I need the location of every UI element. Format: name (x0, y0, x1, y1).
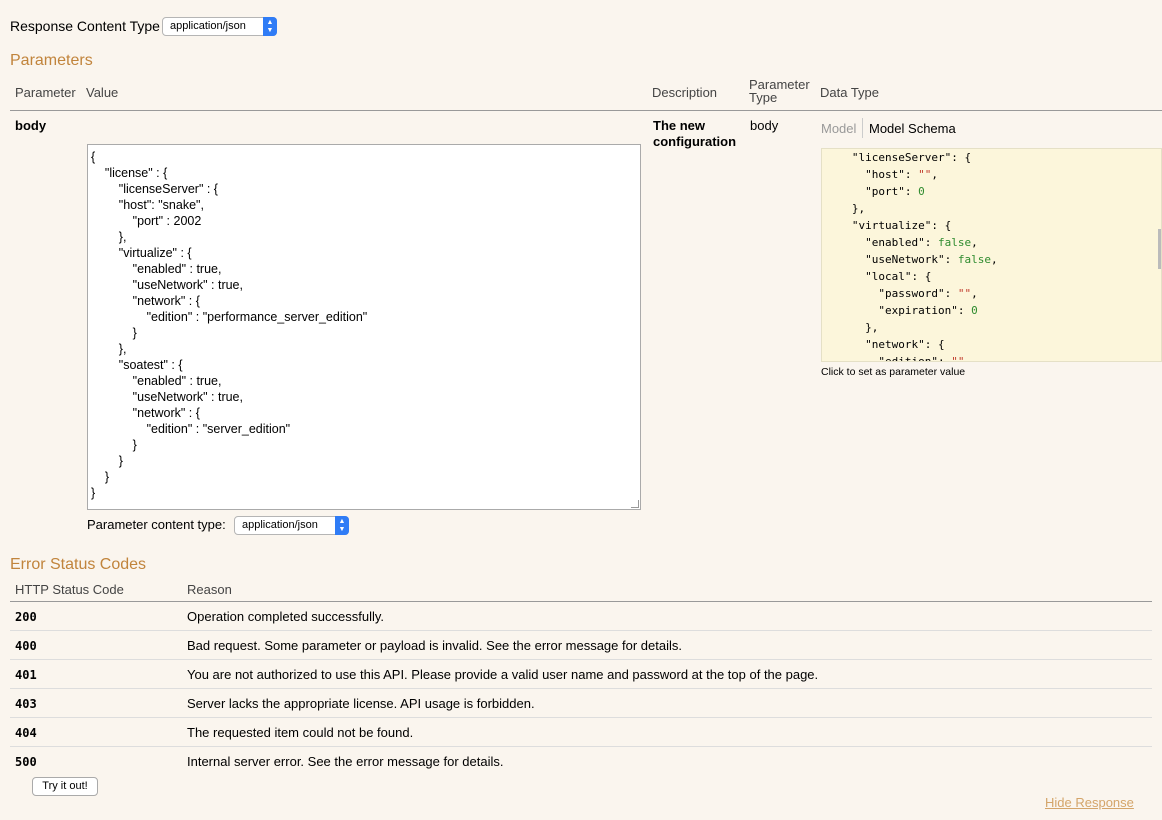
header-http-status-code: HTTP Status Code (15, 582, 124, 597)
response-content-type-select[interactable]: application/json ▲ ▼ (162, 17, 277, 36)
tab-model[interactable]: Model (821, 121, 856, 136)
schema-line: "host": "", (832, 168, 938, 181)
status-reason: Server lacks the appropriate license. AP… (187, 696, 535, 711)
hide-response-link[interactable]: Hide Response (1045, 795, 1134, 810)
schema-line: "enabled": false, (832, 236, 978, 249)
status-code: 200 (15, 610, 37, 624)
param-description-2: configuration (653, 134, 737, 149)
select-arrows-icon: ▲ ▼ (263, 17, 277, 36)
header-parameter-type-2: Type (749, 90, 778, 105)
param-type: body (750, 118, 779, 133)
status-code: 500 (15, 755, 37, 769)
schema-line: "virtualize": { (832, 219, 952, 232)
header-parameter: Parameter (15, 85, 76, 100)
tab-model-schema[interactable]: Model Schema (869, 121, 956, 136)
table-row: 404 The requested item could not be foun… (10, 718, 1152, 747)
header-reason: Reason (187, 582, 232, 597)
param-content-type-select[interactable]: application/json ▲ ▼ (234, 516, 349, 535)
table-row: 401 You are not authorized to use this A… (10, 660, 1152, 689)
status-code: 403 (15, 697, 37, 711)
try-it-out-button[interactable]: Try it out! (32, 777, 98, 796)
header-value: Value (86, 85, 119, 100)
resize-grip-icon[interactable] (631, 500, 639, 508)
tab-divider (862, 118, 863, 138)
schema-line: }, (832, 321, 879, 334)
schema-line: "password": "", (832, 287, 978, 300)
body-value-textarea[interactable]: { "license" : { "licenseServer" : { "hos… (87, 144, 641, 510)
status-reason: You are not authorized to use this API. … (187, 667, 819, 682)
header-data-type: Data Type (820, 85, 880, 100)
schema-line: "network": { (832, 338, 945, 351)
schema-line: "useNetwork": false, (832, 253, 998, 266)
schema-line: "expiration": 0 (832, 304, 978, 317)
error-status-title: Error Status Codes (10, 556, 147, 573)
param-content-type-value: application/json (242, 519, 318, 531)
param-content-type-label: Parameter content type: (87, 517, 226, 532)
schema-line: }, (832, 202, 866, 215)
status-reason: Operation completed successfully. (187, 609, 385, 624)
status-code: 400 (15, 639, 37, 653)
parameters-header-divider (10, 110, 1162, 111)
parameters-title: Parameters (10, 52, 93, 69)
status-reason: Internal server error. See the error mes… (187, 754, 504, 769)
response-content-type-label: Response Content Type (10, 18, 160, 34)
schema-line: "local": { (832, 270, 932, 283)
status-code: 401 (15, 668, 37, 682)
schema-scrollbar[interactable] (1158, 229, 1161, 269)
status-code: 404 (15, 726, 37, 740)
select-arrows-icon: ▲ ▼ (335, 516, 349, 535)
schema-line: "licenseServer": { (832, 151, 972, 164)
schema-line: "edition": "" (832, 355, 965, 362)
table-row: 403 Server lacks the appropriate license… (10, 689, 1152, 718)
model-schema-box[interactable]: "licenseServer": { "host": "", "port": 0… (821, 148, 1162, 362)
status-reason: The requested item could not be found. (187, 725, 414, 740)
param-description-1: The new (653, 118, 706, 133)
param-name: body (15, 118, 47, 133)
schema-hint: Click to set as parameter value (821, 366, 966, 378)
table-row: 500 Internal server error. See the error… (10, 747, 1152, 776)
schema-line: "port": 0 (832, 185, 925, 198)
status-reason: Bad request. Some parameter or payload i… (187, 638, 682, 653)
header-description: Description (652, 85, 718, 100)
table-row: 200 Operation completed successfully. (10, 602, 1152, 631)
table-row: 400 Bad request. Some parameter or paylo… (10, 631, 1152, 660)
response-content-type-value: application/json (170, 20, 246, 32)
